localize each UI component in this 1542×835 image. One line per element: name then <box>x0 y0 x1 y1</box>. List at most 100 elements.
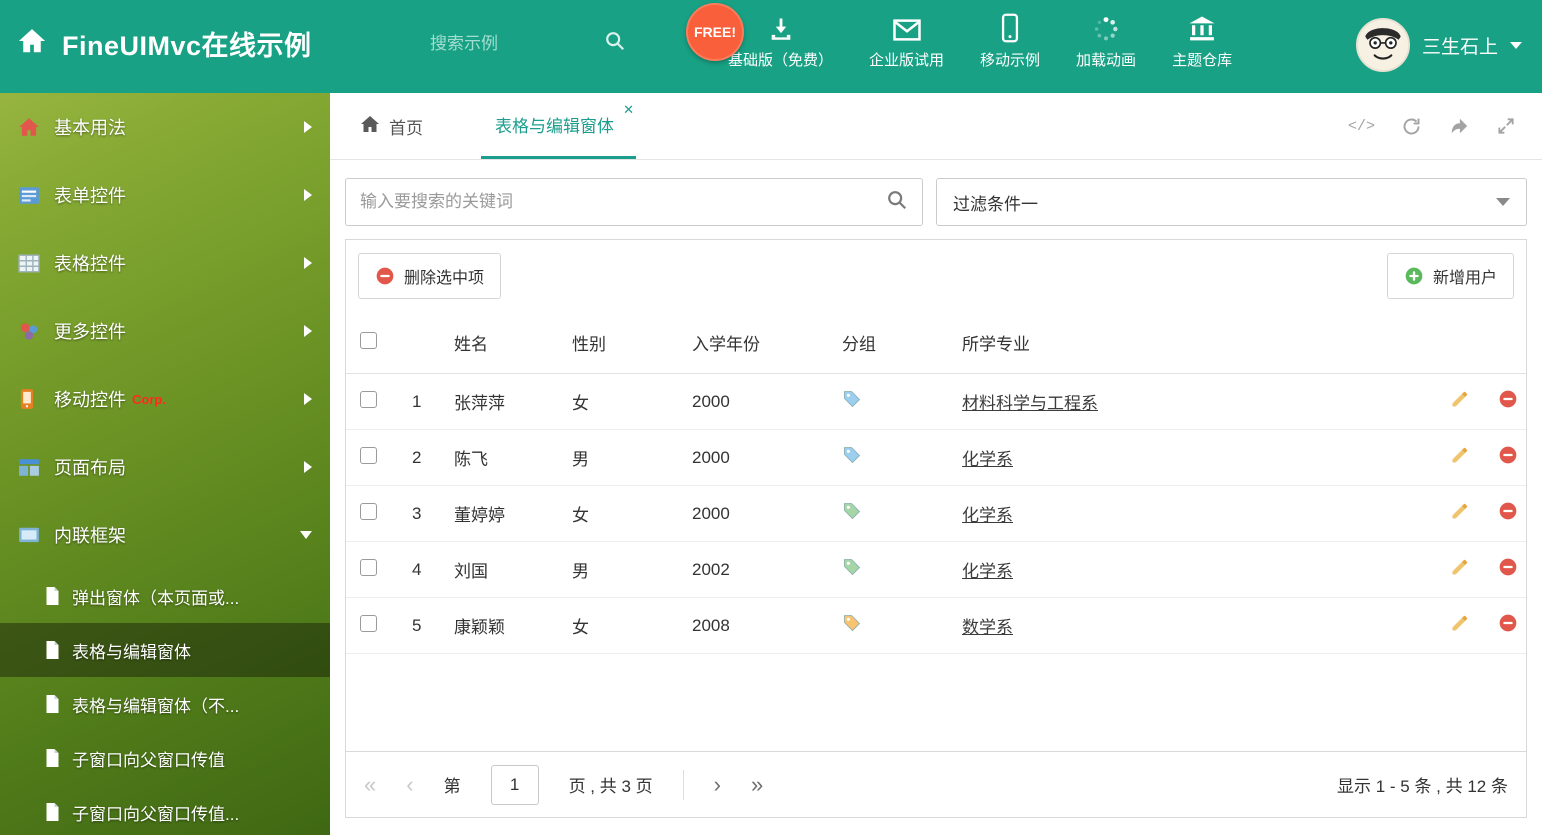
header-search-input[interactable] <box>430 33 580 54</box>
delete-selected-button[interactable]: 删除选中项 <box>358 253 502 299</box>
table-row: 1 张萍萍 女 2000 材料科学与工程系 <box>346 373 1526 430</box>
filter-dropdown[interactable]: 过滤条件一 <box>936 178 1527 226</box>
cell-year: 2000 <box>684 373 834 430</box>
major-link[interactable]: 化学系 <box>962 450 1013 469</box>
row-checkbox[interactable] <box>360 614 377 632</box>
nav-item-mobile-demo[interactable]: 移动示例 <box>980 13 1040 70</box>
add-user-button[interactable]: 新增用户 <box>1386 253 1514 299</box>
sidebar-subitem-child-to-parent[interactable]: 子窗口向父窗口传值 <box>0 731 330 785</box>
nav-label: 加载动画 <box>1076 52 1137 69</box>
corp-badge: Corp. <box>132 391 166 407</box>
delete-row-icon[interactable] <box>1498 613 1518 633</box>
cell-year: 2000 <box>684 429 834 486</box>
cell-name: 张萍萍 <box>446 373 564 430</box>
grid-panel: 删除选中项 新增用户 姓名 性别 入学年份 分组 所学专业 1 张萍萍 女 20… <box>345 239 1527 818</box>
filter-row: 过滤条件一 <box>345 178 1527 226</box>
tab-home[interactable]: 首页 <box>346 93 437 159</box>
keyword-search-box <box>345 178 923 226</box>
nav-item-theme-repo[interactable]: 主题仓库 <box>1172 13 1232 70</box>
tag-icon <box>842 389 862 409</box>
chevron-right-icon <box>304 121 312 133</box>
home-icon <box>16 26 48 61</box>
table-row: 4 刘国 男 2002 化学系 <box>346 541 1526 598</box>
cell-gender: 女 <box>564 485 684 542</box>
page-number-input[interactable] <box>490 764 539 805</box>
sidebar-item-more-controls[interactable]: 更多控件 <box>0 297 330 365</box>
close-icon[interactable]: ✕ <box>623 102 634 118</box>
sidebar-item-mobile-controls[interactable]: 移动控件 Corp. <box>0 365 330 433</box>
tag-icon <box>842 501 862 521</box>
major-link[interactable]: 化学系 <box>962 562 1013 581</box>
row-checkbox[interactable] <box>360 558 377 576</box>
prev-page-button[interactable]: ‹ <box>406 772 413 798</box>
delete-row-icon[interactable] <box>1498 389 1518 409</box>
row-checkbox[interactable] <box>360 446 377 464</box>
sidebar-item-basic-usage[interactable]: 基本用法 <box>0 93 330 161</box>
delete-row-icon[interactable] <box>1498 445 1518 465</box>
sidebar-item-form-controls[interactable]: 表单控件 <box>0 161 330 229</box>
sidebar-subitem-grid-edit-window-alt[interactable]: 表格与编辑窗体（不... <box>0 677 330 731</box>
nav-label: 主题仓库 <box>1172 52 1233 69</box>
chevron-right-icon <box>304 257 312 269</box>
search-icon[interactable] <box>886 189 908 216</box>
main-content: 首页 表格与编辑窗体 ✕ </> 输入要搜索的关键词 过滤条件一 删除选中项 新… <box>330 93 1542 835</box>
cell-name: 康颖颖 <box>446 597 564 654</box>
nav-item-basic-free[interactable]: 基础版（免费） <box>728 13 833 70</box>
major-link[interactable]: 化学系 <box>962 506 1013 525</box>
major-link[interactable]: 材料科学与工程系 <box>962 394 1098 413</box>
sidebar-subitem-popup-window[interactable]: 弹出窗体（本页面或... <box>0 569 330 623</box>
sidebar-subitem-grid-edit-window[interactable]: 表格与编辑窗体 <box>0 623 330 677</box>
expand-icon[interactable] <box>1496 116 1516 136</box>
page-body: 过滤条件一 删除选中项 新增用户 <box>330 160 1542 835</box>
divider <box>682 769 684 800</box>
chevron-right-icon <box>304 461 312 473</box>
source-code-icon[interactable]: </> <box>1348 118 1375 135</box>
table-row: 5 康颖颖 女 2008 数学系 <box>346 597 1526 654</box>
row-number: 4 <box>404 541 446 598</box>
tab-grid-edit-window[interactable]: 表格与编辑窗体 ✕ <box>481 93 636 159</box>
app-title: FineUIMvc在线示例 <box>62 31 312 61</box>
edit-icon[interactable] <box>1450 501 1470 521</box>
form-icon <box>18 184 42 206</box>
user-menu[interactable]: 三生石上 <box>1355 18 1522 72</box>
mobile-icon <box>1000 13 1020 43</box>
next-page-button[interactable]: › <box>714 772 721 798</box>
sidebar-item-page-layout[interactable]: 页面布局 <box>0 433 330 501</box>
user-avatar <box>1355 18 1410 72</box>
cell-gender: 男 <box>564 429 684 486</box>
brand[interactable]: FineUIMvc在线示例 <box>16 24 312 63</box>
nav-item-loading-animation[interactable]: 加载动画 <box>1076 13 1136 70</box>
bank-icon <box>1187 13 1217 43</box>
edit-icon[interactable] <box>1450 557 1470 577</box>
refresh-icon[interactable] <box>1401 116 1422 137</box>
sidebar-item-inline-frame[interactable]: 内联框架 <box>0 501 330 569</box>
edit-icon[interactable] <box>1450 389 1470 409</box>
home-icon <box>18 116 42 138</box>
keyword-search-input[interactable] <box>360 192 886 212</box>
share-icon[interactable] <box>1448 116 1470 136</box>
delete-row-icon[interactable] <box>1498 557 1518 577</box>
filter-dropdown-value: 过滤条件一 <box>953 194 1038 214</box>
pagination-bar: « ‹ 第 页 , 共 3 页 › » 显示 1 - 5 条 , 共 12 条 <box>346 751 1526 817</box>
col-name: 姓名 <box>446 312 564 374</box>
search-icon[interactable] <box>604 30 626 57</box>
last-page-button[interactable]: » <box>751 772 763 798</box>
sidebar-subitem-child-to-parent-alt[interactable]: 子窗口向父窗口传值... <box>0 785 330 835</box>
first-page-button[interactable]: « <box>364 772 376 798</box>
row-checkbox[interactable] <box>360 390 377 408</box>
tag-icon <box>842 613 862 633</box>
row-checkbox[interactable] <box>360 502 377 520</box>
nav-item-enterprise-trial[interactable]: 企业版试用 <box>869 13 944 70</box>
users-table: 姓名 性别 入学年份 分组 所学专业 1 张萍萍 女 2000 材料科学与工程系… <box>346 312 1526 654</box>
file-icon <box>44 802 62 822</box>
edit-icon[interactable] <box>1450 445 1470 465</box>
tag-icon <box>842 445 862 465</box>
delete-row-icon[interactable] <box>1498 501 1518 521</box>
cell-name: 陈飞 <box>446 429 564 486</box>
major-link[interactable]: 数学系 <box>962 618 1013 637</box>
edit-icon[interactable] <box>1450 613 1470 633</box>
select-all-checkbox[interactable] <box>360 331 377 349</box>
sidebar-item-grid-controls[interactable]: 表格控件 <box>0 229 330 297</box>
layout-icon <box>18 456 42 478</box>
cell-year: 2000 <box>684 485 834 542</box>
